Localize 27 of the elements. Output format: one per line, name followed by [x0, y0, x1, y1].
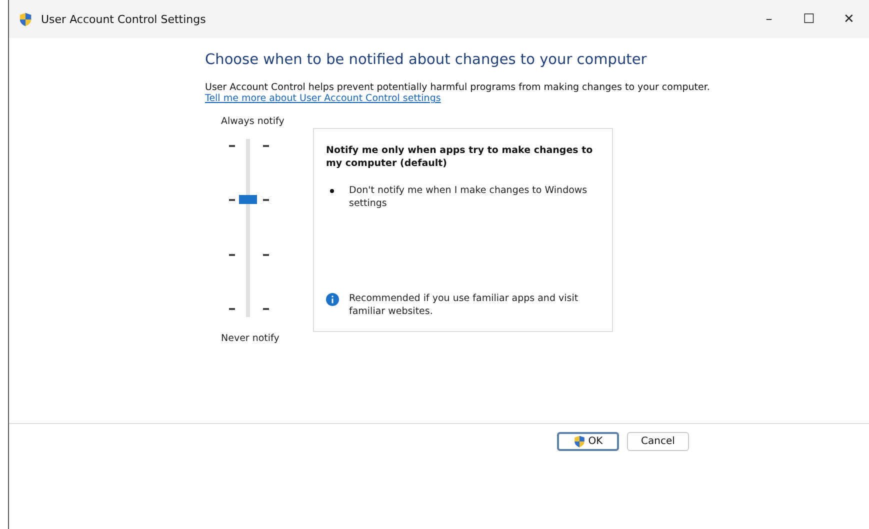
description: User Account Control helps prevent potentially harmful programs from making changes to your computer. [205, 82, 710, 93]
tick-mark [263, 308, 269, 310]
ok-button[interactable]: OK [557, 432, 619, 451]
tick-mark [263, 145, 269, 147]
recommendation-text: Recommended if you use familiar apps and visit familiar websites. [349, 292, 580, 318]
window-title: User Account Control Settings [41, 12, 206, 26]
shield-icon [573, 435, 586, 448]
bullet-text: Don't notify me when I make changes to Windows settings [349, 184, 588, 210]
tick-mark [229, 145, 235, 147]
info-icon [326, 293, 339, 306]
cancel-button[interactable]: Cancel [627, 432, 689, 451]
shield-icon [18, 12, 33, 26]
tick-mark [229, 254, 235, 256]
tick-mark [263, 199, 269, 202]
minimize-button[interactable]: – [749, 0, 789, 38]
slider-thumb[interactable] [239, 195, 257, 204]
bullet-icon [330, 189, 334, 193]
maximize-button[interactable]: ☐ [789, 0, 829, 38]
setting-title: Notify me only when apps try to make changes to my computer (default) [326, 144, 594, 170]
heading: Choose when to be notified about changes to your computer [205, 52, 647, 68]
tick-mark [263, 254, 269, 256]
close-button[interactable]: ✕ [829, 0, 869, 38]
tick-mark [229, 199, 235, 202]
slider-top-label: Always notify [221, 116, 286, 127]
tick-mark [229, 308, 235, 310]
slider-bottom-label: Never notify [221, 333, 280, 344]
help-link[interactable]: Tell me more about User Account Control settings [205, 93, 441, 104]
